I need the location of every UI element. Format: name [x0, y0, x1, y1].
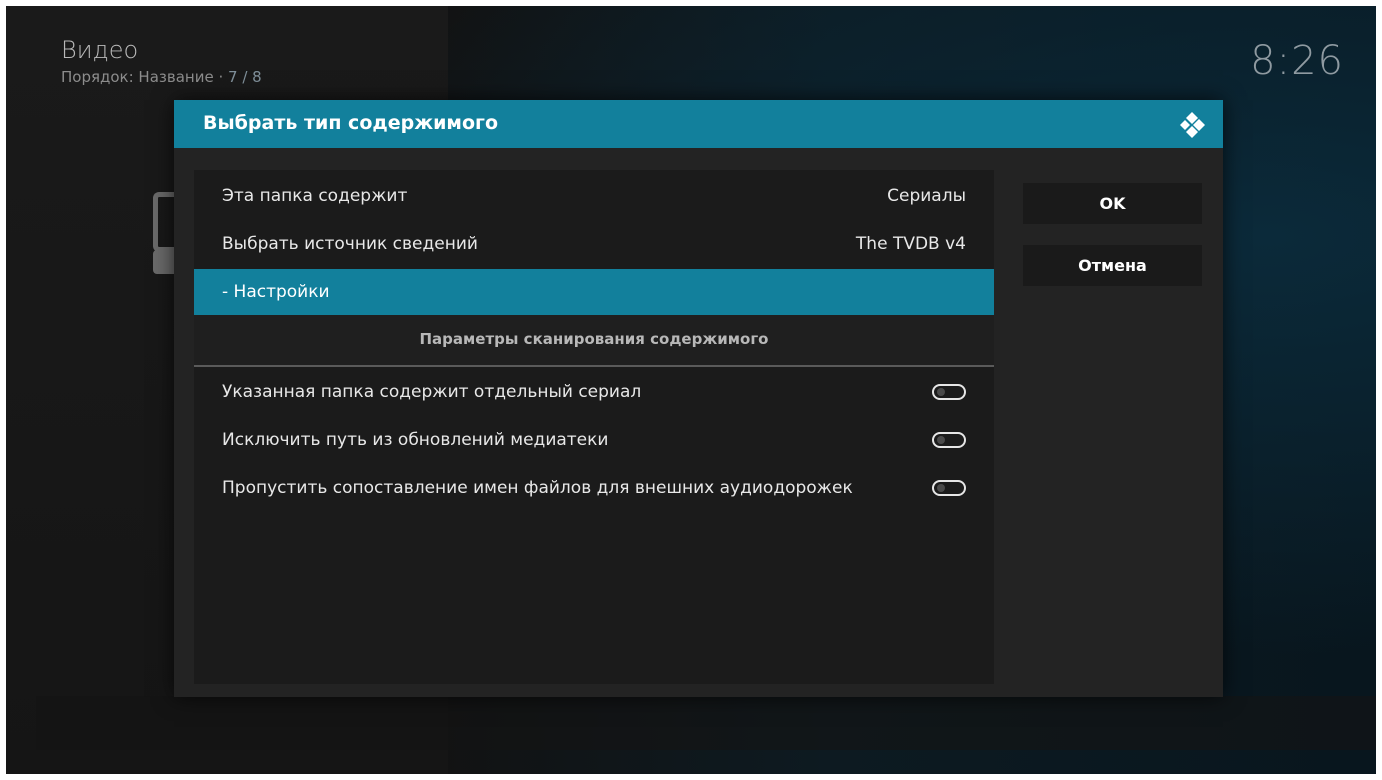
row-information-provider[interactable]: Выбрать источник сведений The TVDB v4	[194, 221, 994, 269]
sort-separator: ·	[218, 68, 224, 86]
item-count: 7 / 8	[228, 68, 262, 86]
cancel-button[interactable]: Отмена	[1023, 245, 1202, 286]
clock: 8:26	[1250, 38, 1344, 84]
toggle-switch[interactable]	[932, 480, 966, 496]
row-value: The TVDB v4	[855, 234, 966, 254]
content-type-dialog: Выбрать тип содержимого Эта папка содерж…	[174, 100, 1223, 697]
toggle-row-exclude-path[interactable]: Исключить путь из обновлений медиатеки	[194, 417, 994, 465]
row-folder-contains[interactable]: Эта папка содержит Сериалы	[194, 173, 994, 221]
toggle-label: Указанная папка содержит отдельный сериа…	[222, 382, 642, 402]
toggle-row-skip-audio-matching[interactable]: Пропустить сопоставление имен файлов для…	[194, 465, 994, 513]
ok-button[interactable]: OK	[1023, 183, 1202, 224]
toggle-switch[interactable]	[932, 384, 966, 400]
sort-info: Порядок: Название · 7 / 8	[61, 68, 262, 86]
window-title: Видео	[61, 36, 139, 64]
section-heading: Параметры сканирования содержимого	[194, 315, 994, 367]
settings-list: Эта папка содержит Сериалы Выбрать источ…	[194, 170, 994, 684]
screen: Видео Порядок: Название · 7 / 8 8:26 Выб…	[6, 6, 1376, 774]
section-heading-label: Параметры сканирования содержимого	[419, 330, 769, 348]
toggle-row-single-show[interactable]: Указанная папка содержит отдельный сериа…	[194, 369, 994, 417]
kodi-logo-icon	[1180, 112, 1205, 138]
toggle-switch[interactable]	[932, 432, 966, 448]
toggle-label: Исключить путь из обновлений медиатеки	[222, 430, 609, 450]
row-settings[interactable]: - Настройки	[194, 269, 994, 317]
dialog-title: Выбрать тип содержимого	[203, 112, 498, 134]
sort-label: Порядок: Название	[61, 68, 214, 86]
toggle-label: Пропустить сопоставление имен файлов для…	[222, 478, 853, 498]
row-label: Выбрать источник сведений	[222, 234, 478, 254]
row-value: Сериалы	[887, 186, 966, 206]
dialog-header: Выбрать тип содержимого	[174, 100, 1223, 148]
background-band	[36, 696, 1376, 750]
row-label: - Настройки	[222, 282, 330, 302]
row-label: Эта папка содержит	[222, 186, 408, 206]
